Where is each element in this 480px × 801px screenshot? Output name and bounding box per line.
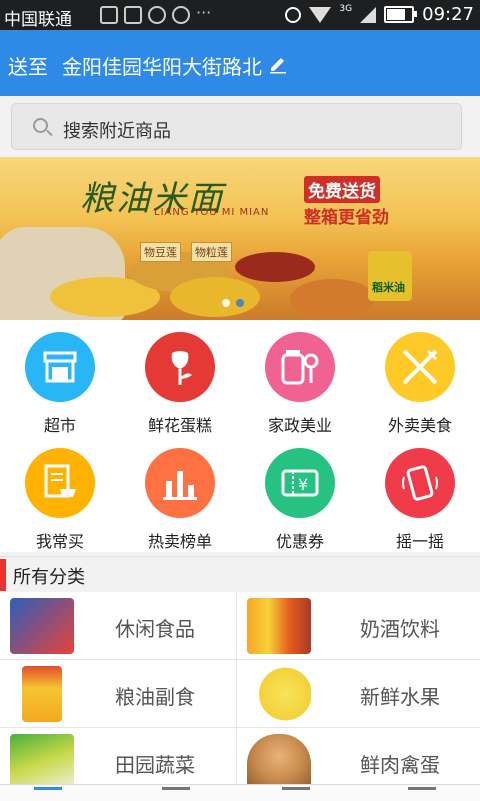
category-list: 休闲食品 奶酒饮料 粮油副食 新鲜水果 田园蔬菜 鲜肉禽蛋 (0, 592, 480, 796)
cooking-oil-image (22, 666, 62, 722)
shake-phone-icon (385, 448, 455, 518)
alarm-icon (285, 6, 302, 23)
grid-item-frequently-bought[interactable]: 我常买 (0, 436, 120, 552)
banner-tag: 物粒莲 (191, 242, 232, 262)
promo-banner[interactable]: 稻米油 粮油米面 LIANG YOU MI MIAN 免费送货 整箱更省劲 物豆… (0, 157, 480, 320)
profile-tab-icon[interactable] (408, 787, 436, 800)
melon-image (247, 666, 311, 722)
carrier-name: 中国联通 (4, 10, 72, 30)
grid-item-label: 鲜花蛋糕 (147, 416, 212, 435)
grid-item-label: 我常买 (35, 532, 84, 551)
grid-item-shake[interactable]: 摇一摇 (360, 436, 480, 552)
carousel-dot-active[interactable] (236, 299, 244, 307)
category-snacks[interactable]: 休闲食品 (0, 592, 236, 660)
svg-text:¥: ¥ (298, 475, 308, 494)
wifi-icon (309, 6, 332, 23)
grid-item-coupons[interactable]: ¥ 优惠券 (240, 436, 360, 552)
oil-bottle-label: 稻米油 (372, 281, 405, 294)
grid-item-label: 超市 (43, 416, 76, 435)
signal-icon (360, 6, 377, 23)
vegetables-image (10, 734, 74, 790)
gallery-icon (100, 6, 118, 24)
grid-item-label: 摇一摇 (395, 532, 444, 551)
lock-icon (124, 6, 142, 24)
location-header[interactable]: 送至 金阳佳园华阳大街路北 (0, 30, 480, 96)
security-icon (172, 6, 190, 24)
carousel-indicator (222, 299, 244, 307)
banner-tag: 物豆莲 (140, 242, 181, 262)
category-label: 休闲食品 (115, 617, 195, 641)
free-delivery-badge: 免费送货 (304, 176, 380, 203)
delivery-address[interactable]: 金阳佳园华阳大街路北 (62, 51, 262, 80)
storefront-icon (25, 332, 95, 402)
category-label: 奶酒饮料 (360, 617, 440, 641)
egg-basket-image (247, 734, 311, 790)
carousel-dot[interactable] (222, 299, 230, 307)
category-label: 鲜肉禽蛋 (360, 753, 440, 777)
category-label: 新鲜水果 (360, 685, 440, 709)
grid-item-bestsellers[interactable]: 热卖榜单 (120, 436, 240, 552)
section-accent-bar (0, 559, 6, 591)
grid-item-housekeeping-beauty[interactable]: 家政美业 (240, 320, 360, 436)
edit-pencil-icon[interactable] (268, 54, 288, 74)
cloud-icon (148, 6, 166, 24)
lentil-pile (290, 279, 375, 319)
battery-icon (384, 6, 418, 23)
bar-chart-icon (145, 448, 215, 518)
search-icon (33, 118, 48, 133)
notification-icons: ··· (100, 3, 212, 24)
corn-pile (170, 277, 260, 317)
status-right: 3G 09:27 (285, 4, 474, 25)
category-label: 粮油副食 (115, 685, 195, 709)
service-grid: 超市 鲜花蛋糕 家政美业 外卖美食 我常买 热卖榜单 ¥ 优惠券 摇一摇 (0, 320, 480, 552)
cutlery-icon (385, 332, 455, 402)
category-tab-icon[interactable] (162, 787, 190, 800)
search-placeholder: 搜索附近商品 (63, 121, 171, 142)
red-bean-pile (235, 252, 315, 282)
network-type: 3G (339, 3, 353, 14)
grid-item-label: 外卖美食 (387, 416, 452, 435)
grid-item-label: 优惠券 (275, 532, 324, 551)
grid-item-label: 家政美业 (267, 416, 332, 435)
flower-icon (145, 332, 215, 402)
more-notifications-icon: ··· (196, 3, 212, 22)
search-bar[interactable]: 搜索附近商品 (11, 103, 462, 150)
category-grain-oil[interactable]: 粮油副食 (0, 660, 236, 728)
category-section-header: 所有分类 (0, 556, 480, 593)
section-title: 所有分类 (13, 567, 85, 588)
snack-chips-image (10, 598, 74, 654)
deliver-to-label: 送至 (8, 55, 48, 79)
grid-item-label: 热卖榜单 (147, 532, 212, 551)
clock: 09:27 (422, 4, 474, 25)
bulk-savings-badge: 整箱更省劲 (304, 208, 389, 228)
cart-tab-icon[interactable] (282, 787, 310, 800)
grid-item-flowers-cake[interactable]: 鲜花蛋糕 (120, 320, 240, 436)
grid-item-supermarket[interactable]: 超市 (0, 320, 120, 436)
banner-subtitle: LIANG YOU MI MIAN (154, 207, 270, 218)
drink-bottles-image (247, 598, 311, 654)
home-tab-icon[interactable] (34, 787, 62, 800)
banner-tags: 物豆莲 物粒莲 (140, 242, 232, 262)
coupon-icon: ¥ (265, 448, 335, 518)
category-drinks[interactable]: 奶酒饮料 (236, 592, 480, 660)
category-fruit[interactable]: 新鲜水果 (236, 660, 480, 728)
category-label: 田园蔬菜 (115, 753, 195, 777)
bottom-navigation (0, 784, 480, 801)
receipt-cart-icon (25, 448, 95, 518)
cosmetics-icon (265, 332, 335, 402)
grid-item-takeout[interactable]: 外卖美食 (360, 320, 480, 436)
status-bar: 中国联通 ··· 3G 09:27 (0, 0, 480, 30)
